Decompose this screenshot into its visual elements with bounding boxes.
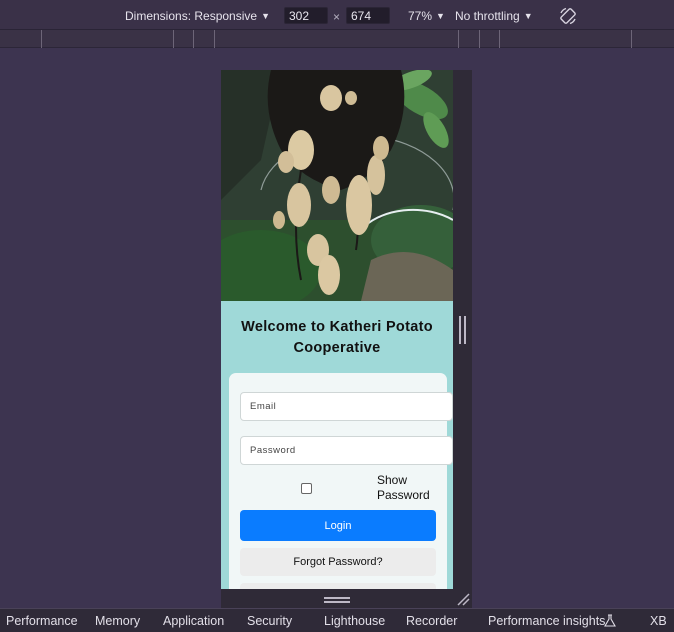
throttling-label: No throttling	[455, 9, 520, 23]
tab-performance[interactable]: Performance	[6, 614, 78, 628]
media-query-bar[interactable]	[0, 30, 674, 48]
forgot-password-button[interactable]: Forgot Password?	[240, 548, 436, 576]
dimensions-dropdown[interactable]: Dimensions: Responsive ▼	[125, 9, 270, 23]
chevron-down-icon: ▼	[261, 11, 270, 21]
ruler-tick	[631, 30, 632, 48]
tab-xb[interactable]: XB	[650, 614, 667, 628]
device-toolbar: Dimensions: Responsive ▼ × 77% ▼ No thro…	[0, 0, 674, 30]
bottom-resize-handle[interactable]	[324, 597, 350, 603]
flask-icon	[604, 614, 616, 627]
zoom-dropdown[interactable]: 77% ▼	[408, 9, 445, 23]
tab-lighthouse[interactable]: Lighthouse	[324, 614, 385, 628]
show-password-label: Show Password	[377, 473, 430, 502]
hero-image	[221, 70, 453, 301]
tab-security[interactable]: Security	[247, 614, 292, 628]
dimensions-label: Dimensions: Responsive	[125, 9, 258, 23]
login-button[interactable]: Login	[240, 510, 436, 541]
times-separator: ×	[333, 10, 341, 24]
show-password-checkbox[interactable]	[301, 483, 312, 494]
throttling-dropdown[interactable]: No throttling ▼	[455, 9, 533, 23]
ruler-tick	[479, 30, 480, 48]
chevron-down-icon: ▼	[523, 11, 533, 21]
chevron-down-icon: ▼	[436, 11, 445, 21]
tab-application[interactable]: Application	[163, 614, 224, 628]
ruler-tick	[173, 30, 174, 48]
devtools-tab-bar: Performance Memory Application Security …	[0, 608, 674, 632]
ruler-tick	[214, 30, 215, 48]
tab-performance-insights[interactable]: Performance insights	[488, 614, 605, 628]
ruler-tick	[499, 30, 500, 48]
rotate-icon[interactable]	[558, 6, 578, 26]
tab-memory[interactable]: Memory	[95, 614, 140, 628]
resize-corner-icon[interactable]	[456, 592, 470, 606]
height-input[interactable]	[346, 7, 390, 24]
ruler-tick	[458, 30, 459, 48]
right-resize-handle[interactable]	[459, 316, 466, 344]
tab-recorder[interactable]: Recorder	[406, 614, 457, 628]
email-field[interactable]	[240, 392, 453, 421]
zoom-label: 77%	[408, 9, 433, 23]
ruler-tick	[193, 30, 194, 48]
potato-harvest-image	[221, 70, 453, 301]
device-viewport: Welcome to Katheri Potato Cooperative Sh…	[221, 70, 453, 589]
password-field[interactable]	[240, 436, 453, 465]
ruler-tick	[41, 30, 42, 48]
page-title: Welcome to Katheri Potato Cooperative	[241, 319, 433, 356]
width-input[interactable]	[284, 7, 328, 24]
